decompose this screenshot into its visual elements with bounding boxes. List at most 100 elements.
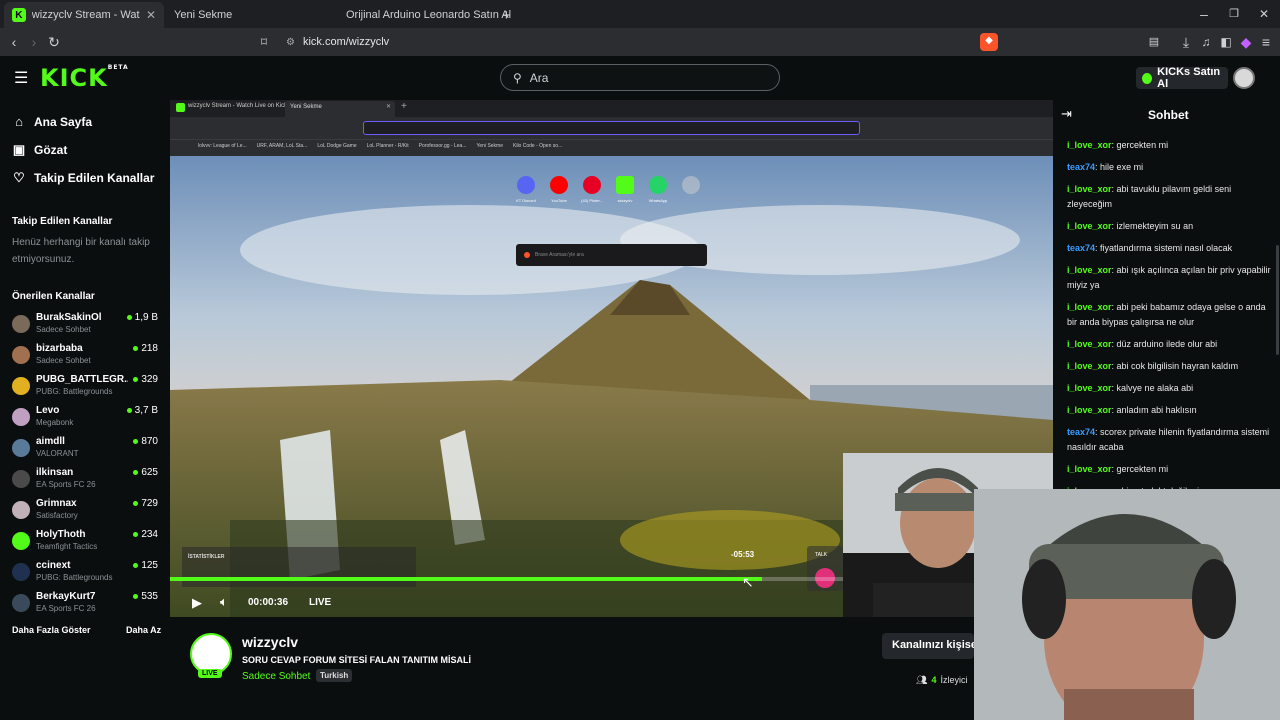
chat-username[interactable]: i_love_xor [1067,361,1112,371]
chat-text: anladım abi haklısın [1116,405,1197,415]
chat-scrollbar[interactable] [1276,245,1279,355]
address-bar[interactable]: ⚙ kick.com/wizzyclv [282,31,972,53]
chat-username[interactable]: i_love_xor [1067,265,1112,275]
channel-item[interactable]: bizarbaba Sadece Sohbet 218 [12,343,162,373]
close-tab-icon[interactable]: ✕ [146,8,156,22]
nav-following[interactable]: ♡ Takip Edilen Kanallar [12,170,154,186]
customize-channel-button[interactable]: Kanalınızı kişise [882,633,974,659]
inner-kick-favicon-icon [176,103,185,112]
inner-tab-title: wizzyclv Stream - Watch Live on Kick [188,103,288,109]
channel-name: BerkayKurt7 [36,591,96,602]
collapse-chat-icon[interactable]: ⇥ [1061,106,1072,122]
panel-icon[interactable]: ◧ [1218,34,1234,50]
close-window-icon[interactable]: ✕ [1256,6,1272,22]
maximize-icon[interactable]: ❐ [1226,6,1242,22]
chat-username[interactable]: i_love_xor [1067,464,1112,474]
channel-avatar [12,408,30,426]
chat-username[interactable]: i_love_xor [1067,405,1112,415]
browser-tab[interactable]: Orijinal Arduino Leonardo Satın Al [332,2,511,28]
channel-viewers: 218 [133,343,158,354]
minimize-icon[interactable]: – [1196,6,1212,22]
recommended-heading: Önerilen Kanallar [12,291,95,302]
hamburger-menu-icon[interactable]: ☰ [14,68,28,88]
stream-category[interactable]: Sadece Sohbet [242,671,310,682]
media-icon[interactable]: ♫ [1198,34,1214,50]
tab-title: Orijinal Arduino Leonardo Satın Al [346,9,512,21]
nav-home[interactable]: ⌂ Ana Sayfa [12,114,92,129]
bookmark-item: LoL Dodge Game [317,143,357,149]
new-tab-button[interactable]: + [494,2,519,28]
talk-label: TALK [815,552,828,558]
chat-username[interactable]: teax74 [1067,427,1095,437]
channel-viewers: 535 [133,591,158,602]
speed-dial-shortcuts: KT Discord YouTube (43) Pinter... wizzyclv W… [516,176,701,203]
search-input[interactable]: ⚲ Ara [500,64,780,91]
live-dot-icon [133,563,139,568]
channel-avatar [12,470,30,488]
chat-username[interactable]: teax74 [1067,243,1095,253]
show-more-button[interactable]: Daha Fazla Göster [12,625,91,635]
kick-logo[interactable]: KICKBETA [40,64,129,92]
chat-message: i_love_xor: abi ışık açılınca açılan bir… [1067,265,1271,290]
user-avatar[interactable] [1233,67,1255,89]
channel-item[interactable]: BerkayKurt7 EA Sports FC 26 535 [12,591,162,621]
live-indicator: LIVE [309,597,332,608]
channel-item[interactable]: BurakSakinOl Sadece Sohbet 1,9 B [12,312,162,342]
chat-username[interactable]: i_love_xor [1067,221,1112,231]
browser-tab-bar: K wizzyclv Stream - Watch Live on Kick ✕… [0,0,1280,28]
channel-item[interactable]: Levo Megabonk 3,7 B [12,405,162,435]
chat-username[interactable]: i_love_xor [1067,302,1112,312]
brave-shield-icon[interactable]: ◆ [980,33,998,51]
shortcut-icon [682,176,700,194]
chat-username[interactable]: i_love_xor [1067,140,1112,150]
channel-category: VALORANT [36,449,79,458]
menu-icon[interactable]: ≡ [1258,34,1274,50]
chat-username[interactable]: i_love_xor [1067,383,1112,393]
nav-browse[interactable]: ▣ Gözat [12,142,68,158]
buy-kicks-button[interactable]: KICKs Satın Al [1136,66,1228,90]
stats-overlay: İSTATİSTİKLER [182,547,416,587]
channel-item[interactable]: aimdll VALORANT 870 [12,436,162,466]
chat-text: abi cok bilgilisin hayran kaldım [1116,361,1239,371]
channel-name: PUBG_BATTLEGR... [36,374,128,385]
browser-tab-active[interactable]: K wizzyclv Stream - Watch Live on Kick ✕ [4,2,164,28]
channel-item[interactable]: PUBG_BATTLEGR... PUBG: Battlegrounds 329 [12,374,162,404]
following-empty-text: Henüz herhangi bir kanalı takip etmiyors… [12,237,150,265]
shortcut-icon [550,176,568,194]
bookmark-item: LoL Planner - R/Kit [366,143,409,149]
site-info-icon[interactable]: ⚙ [286,37,295,48]
chat-message: teax74: fiyatlandırma sistemi nasıl olac… [1067,243,1233,253]
bookmark-item: Yeni Sekme [476,143,504,149]
inner-toolbar [170,117,1053,139]
channel-item[interactable]: ccinext PUBG: Battlegrounds 125 [12,560,162,590]
sidebar-toggle-icon[interactable]: ▤ [1146,34,1162,50]
shortcut-tile: (43) Pinter... [581,176,603,203]
channel-category: PUBG: Battlegrounds [36,387,113,396]
chat-title: Sohbet [1148,108,1189,122]
reload-icon[interactable]: ↻ [46,34,62,50]
bookmark-item: Kilo Code - Open so... [513,143,563,149]
elapsed-time: 00:00:36 [248,597,289,608]
channel-category: Sadece Sohbet [36,356,91,365]
channel-item[interactable]: ilkinsan EA Sports FC 26 625 [12,467,162,497]
channel-item[interactable]: HolyThoth Teamfight Tactics 234 [12,529,162,559]
shortcut-label: (43) Pinter... [581,198,603,203]
play-icon[interactable]: ▶ [192,595,202,611]
channel-name[interactable]: wizzyclv [242,634,298,650]
channel-item[interactable]: Grimnax Satisfactory 729 [12,498,162,528]
inner-address-bar [363,121,860,135]
back-icon[interactable]: ‹ [6,34,22,50]
volume-icon[interactable]: 🔈︎ [220,594,228,610]
chat-username[interactable]: i_love_xor [1067,339,1112,349]
browser-tab[interactable]: Yeni Sekme [166,2,326,28]
download-icon[interactable]: ⤓ [1178,34,1194,50]
chat-username[interactable]: i_love_xor [1067,184,1112,194]
bookmark-icon[interactable]: ⌑ [256,34,272,50]
language-tag[interactable]: Turkish [316,669,353,682]
search-placeholder: Ara [529,70,549,85]
chat-username[interactable]: teax74 [1067,162,1095,172]
home-icon: ⌂ [15,114,23,129]
forward-icon[interactable]: › [26,34,42,50]
show-less-button[interactable]: Daha Az [126,625,161,635]
wallet-icon[interactable]: ◆ [1238,34,1254,50]
